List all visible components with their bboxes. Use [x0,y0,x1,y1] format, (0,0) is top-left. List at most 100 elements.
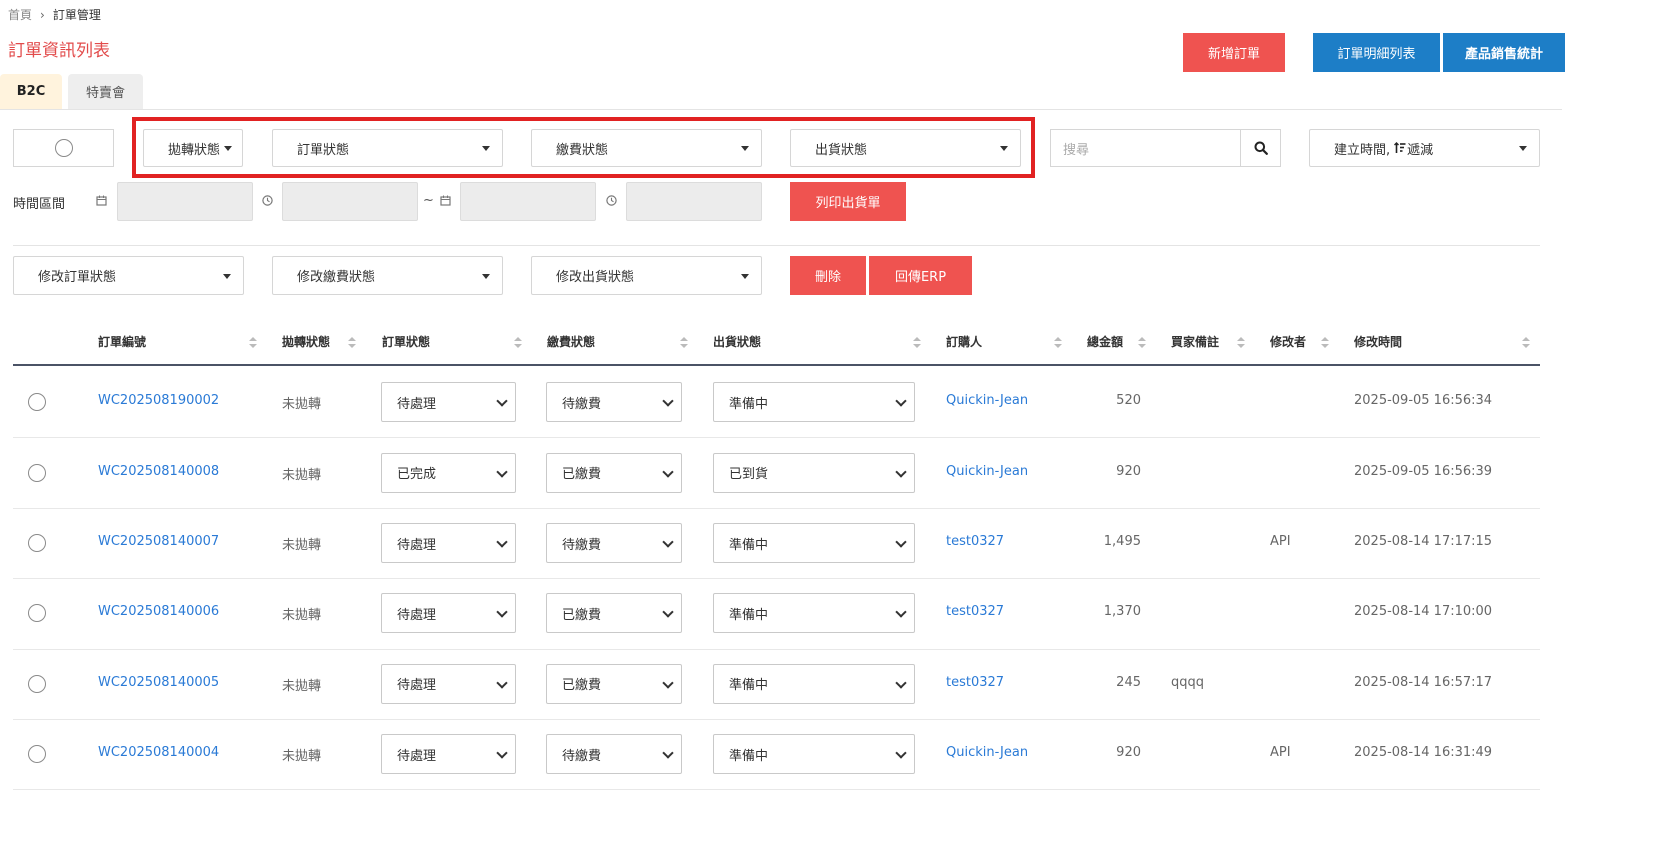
tab-special-sale[interactable]: 特賣會 [68,74,143,109]
buyer-link[interactable]: Quickin-Jean [946,464,1028,479]
order-number-link[interactable]: WC202508140004 [98,745,219,760]
buyer-link[interactable]: test0327 [946,604,1004,619]
sort-icon[interactable] [680,337,688,349]
breadcrumb-home[interactable]: 首頁 [8,6,32,23]
column-header-shipping-status[interactable]: 出貨狀態 [713,333,761,350]
chevron-down-icon [496,536,508,548]
modify-payment-status-label: 修改繳費狀態 [297,270,376,285]
row-order-status-select[interactable]: 待處理 [381,593,516,634]
row-shipping-status-select[interactable]: 準備中 [713,382,915,423]
sort-icon[interactable] [1321,337,1329,349]
row-order-status-select[interactable]: 待處理 [381,734,516,775]
row-shipping-status-select[interactable]: 已到貨 [713,452,915,493]
row-shipping-status-select[interactable]: 準備中 [713,663,915,704]
total-amount: 920 [1116,745,1141,761]
column-header-buyer[interactable]: 訂購人 [946,333,982,350]
column-header-modifier[interactable]: 修改者 [1270,333,1306,350]
modify-shipping-status-select[interactable]: 修改出貨狀態 [531,256,762,295]
chevron-down-icon [662,747,674,759]
start-date-input[interactable] [117,182,253,221]
order-number-link[interactable]: WC202508140007 [98,534,219,549]
row-payment-status-select[interactable]: 已繳費 [546,452,682,493]
search-button[interactable] [1240,129,1281,167]
search-input[interactable]: 搜尋 [1050,129,1241,167]
row-order-status-value: 待處理 [397,748,437,764]
row-order-status-select[interactable]: 已完成 [381,452,516,493]
row-payment-status-select[interactable]: 待繳費 [546,382,682,423]
buyer-link[interactable]: test0327 [946,675,1004,690]
transfer-status-text: 未拋轉 [282,397,322,413]
end-time-input[interactable] [626,182,762,221]
row-shipping-status-select[interactable]: 準備中 [713,734,915,775]
row-payment-status-select[interactable]: 已繳費 [546,663,682,704]
payment-status-filter[interactable]: 繳費狀態 [531,129,762,167]
transfer-status-filter[interactable]: 拋轉狀態 [143,129,243,167]
modify-order-status-select[interactable]: 修改訂單狀態 [13,256,244,295]
row-payment-status-select[interactable]: 已繳費 [546,593,682,634]
product-sales-stats-button[interactable]: 產品銷售統計 [1443,33,1565,72]
calendar-icon [96,195,107,209]
sort-icon[interactable] [348,337,356,349]
end-date-input[interactable] [460,182,596,221]
column-header-order-status[interactable]: 訂單狀態 [382,333,430,350]
row-order-status-select[interactable]: 待處理 [381,663,516,704]
order-number-link[interactable]: WC202508190002 [98,393,219,408]
row-select-radio[interactable] [28,463,46,482]
row-shipping-status-select[interactable]: 準備中 [713,523,915,563]
sort-icon[interactable] [1138,337,1146,349]
column-header-payment-status[interactable]: 繳費狀態 [547,333,595,350]
print-shipping-button[interactable]: 列印出貨單 [790,182,906,221]
row-select-radio[interactable] [28,674,46,693]
modified-time: 2025-09-05 16:56:34 [1354,393,1493,409]
transfer-status-text: 未拋轉 [282,467,322,483]
order-number-link[interactable]: WC202508140006 [98,604,219,619]
chevron-down-icon [662,465,674,478]
row-payment-status-value: 已繳費 [562,607,602,623]
row-order-status-select[interactable]: 待處理 [381,382,516,423]
column-header-total[interactable]: 總金額 [1087,333,1123,350]
order-detail-list-button[interactable]: 訂單明細列表 [1313,33,1440,72]
column-header-transfer-status[interactable]: 拋轉狀態 [282,333,330,350]
row-order-status-select[interactable]: 待處理 [381,523,516,563]
shipping-status-filter[interactable]: 出貨狀態 [790,129,1021,167]
section-divider [13,245,1540,246]
new-order-button[interactable]: 新增訂單 [1183,33,1285,72]
sort-icon[interactable] [1054,337,1062,349]
order-number-link[interactable]: WC202508140005 [98,675,219,690]
select-all-toggle[interactable] [13,129,114,167]
tab-b2c[interactable]: B2C [0,74,62,109]
row-payment-status-select[interactable]: 待繳費 [546,523,682,563]
modified-time: 2025-08-14 16:31:49 [1354,745,1493,761]
chevron-down-icon [662,677,674,689]
start-time-input[interactable] [282,182,418,221]
sort-select[interactable]: 建立時間, 遞減 [1309,129,1540,167]
chevron-down-icon [496,677,508,689]
chevron-down-icon [496,606,508,619]
send-to-erp-button[interactable]: 回傳ERP [869,256,972,295]
caret-down-icon [482,146,490,151]
sort-icon[interactable] [1237,337,1245,349]
column-header-order-no[interactable]: 訂單編號 [98,333,146,350]
sort-icon[interactable] [913,337,921,349]
order-status-filter[interactable]: 訂單狀態 [272,129,503,167]
order-number-link[interactable]: WC202508140008 [98,464,219,479]
row-select-radio[interactable] [28,534,46,552]
sort-icon[interactable] [249,337,257,349]
range-separator: ~ [423,193,434,208]
sort-icon[interactable] [1522,337,1530,349]
caret-down-icon [741,146,749,151]
row-shipping-status-select[interactable]: 準備中 [713,593,915,634]
row-payment-status-select[interactable]: 待繳費 [546,734,682,775]
buyer-link[interactable]: Quickin-Jean [946,745,1028,760]
sort-direction-label: 遞減 [1407,142,1434,158]
select-all-radio[interactable] [54,139,73,157]
column-header-buyer-note[interactable]: 買家備註 [1171,333,1219,350]
chevron-down-icon [496,747,508,759]
modify-payment-status-select[interactable]: 修改繳費狀態 [272,256,503,295]
delete-button[interactable]: 刪除 [790,256,866,295]
buyer-link[interactable]: Quickin-Jean [946,393,1028,408]
buyer-link[interactable]: test0327 [946,534,1004,549]
sort-icon[interactable] [514,337,522,349]
column-header-modified-time[interactable]: 修改時間 [1354,333,1402,350]
modifier-name: API [1270,534,1291,549]
